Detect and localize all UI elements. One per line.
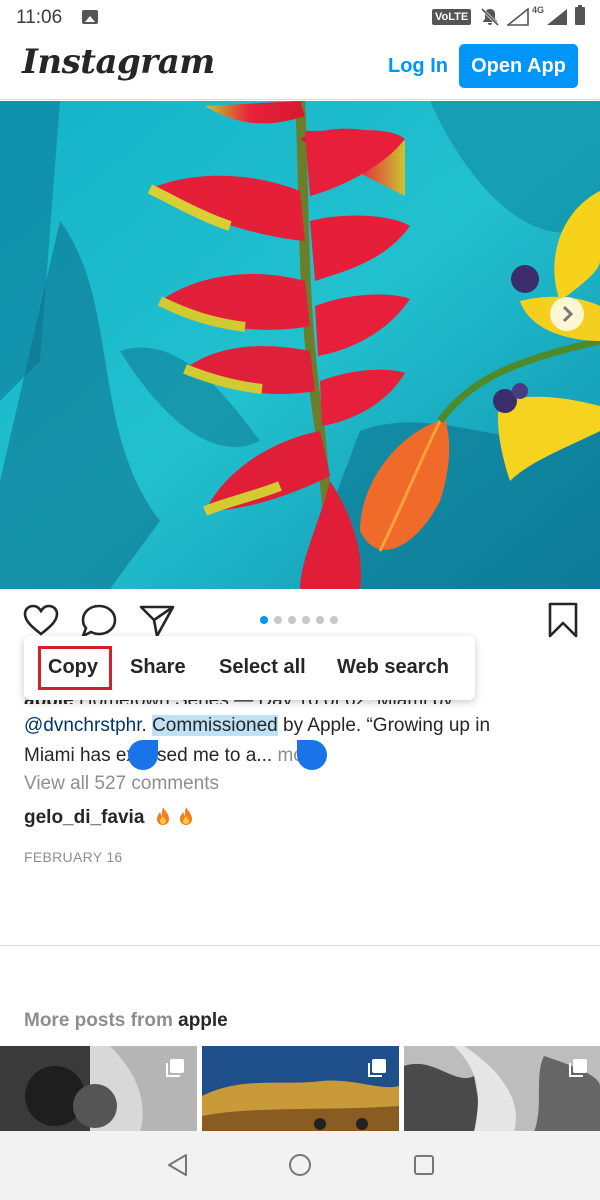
caption-punctuation: . bbox=[141, 715, 153, 736]
share-menu-item[interactable]: Share bbox=[130, 656, 186, 679]
comment-icon[interactable] bbox=[80, 603, 118, 639]
post-thumbnail[interactable] bbox=[202, 1046, 399, 1132]
login-link[interactable]: Log In bbox=[388, 55, 448, 78]
post-date: FEBRUARY 16 bbox=[24, 849, 123, 865]
caption-text: by Apple. “Growing up in bbox=[277, 715, 491, 736]
view-all-comments-link[interactable]: View all 527 comments bbox=[24, 773, 219, 795]
carousel-dot bbox=[316, 616, 324, 624]
comment-username[interactable]: gelo_di_favia bbox=[24, 807, 144, 828]
post-actions bbox=[0, 589, 600, 639]
selected-text[interactable]: Commissioned bbox=[152, 715, 278, 736]
copy-menu-item[interactable]: Copy bbox=[48, 656, 98, 679]
next-photo-button[interactable] bbox=[550, 297, 584, 331]
network-type-label: 4G bbox=[532, 5, 545, 15]
fire-emoji-icon bbox=[156, 807, 169, 825]
system-navigation-bar bbox=[0, 1131, 600, 1200]
more-posts-account[interactable]: apple bbox=[178, 1010, 228, 1031]
selection-end-handle[interactable] bbox=[297, 740, 327, 770]
heliconia-flower-image bbox=[0, 101, 600, 589]
mute-icon bbox=[480, 7, 500, 27]
more-posts-heading: More posts from apple bbox=[24, 1010, 228, 1032]
app-header: Instagram Log In Open App bbox=[0, 36, 600, 100]
carousel-dot bbox=[274, 616, 282, 624]
battery-icon bbox=[575, 5, 585, 25]
status-time: 11:06 bbox=[16, 7, 63, 28]
multiple-photos-icon bbox=[368, 1059, 386, 1077]
carousel-dot bbox=[302, 616, 310, 624]
recent-apps-icon[interactable] bbox=[412, 1153, 436, 1177]
carousel-indicator bbox=[260, 611, 344, 624]
like-heart-icon[interactable] bbox=[22, 603, 60, 637]
volte-badge: VoLTE bbox=[432, 9, 472, 25]
signal-strength-icon bbox=[547, 9, 567, 25]
bookmark-icon[interactable] bbox=[546, 601, 580, 639]
post-photo[interactable] bbox=[0, 101, 600, 589]
caption-line-2: @dvnchrstphr. Commissioned by Apple. “Gr… bbox=[24, 711, 490, 741]
image-notification-icon bbox=[82, 10, 98, 24]
multiple-photos-icon bbox=[166, 1059, 184, 1077]
post-thumbnail[interactable] bbox=[404, 1046, 600, 1132]
carousel-dot bbox=[288, 616, 296, 624]
home-icon[interactable] bbox=[287, 1152, 313, 1178]
instagram-logo[interactable]: Instagram bbox=[22, 42, 215, 82]
select-all-menu-item[interactable]: Select all bbox=[219, 656, 306, 679]
share-send-icon[interactable] bbox=[138, 603, 176, 639]
web-search-menu-item[interactable]: Web search bbox=[337, 656, 449, 679]
open-app-button[interactable]: Open App bbox=[459, 44, 578, 88]
carousel-dot bbox=[260, 616, 268, 624]
post-thumbnail[interactable] bbox=[0, 1046, 197, 1132]
comment-row: gelo_di_favia bbox=[24, 806, 193, 829]
back-icon[interactable] bbox=[166, 1153, 190, 1177]
multiple-photos-icon bbox=[569, 1059, 587, 1077]
signal-icon bbox=[507, 8, 529, 26]
section-divider bbox=[0, 945, 600, 946]
more-posts-prefix: More posts from bbox=[24, 1010, 179, 1031]
fire-emoji-icon bbox=[179, 807, 192, 825]
selection-start-handle[interactable] bbox=[128, 740, 158, 770]
caption-line-3: Miami has exposed me to a... more bbox=[24, 741, 321, 771]
text-selection-menu: Copy Share Select all Web search bbox=[24, 636, 475, 700]
caption-mention[interactable]: @dvnchrstphr bbox=[24, 715, 142, 736]
chevron-right-icon bbox=[562, 305, 574, 323]
status-bar: 11:06 VoLTE 4G bbox=[0, 0, 600, 36]
carousel-dot bbox=[330, 616, 338, 624]
